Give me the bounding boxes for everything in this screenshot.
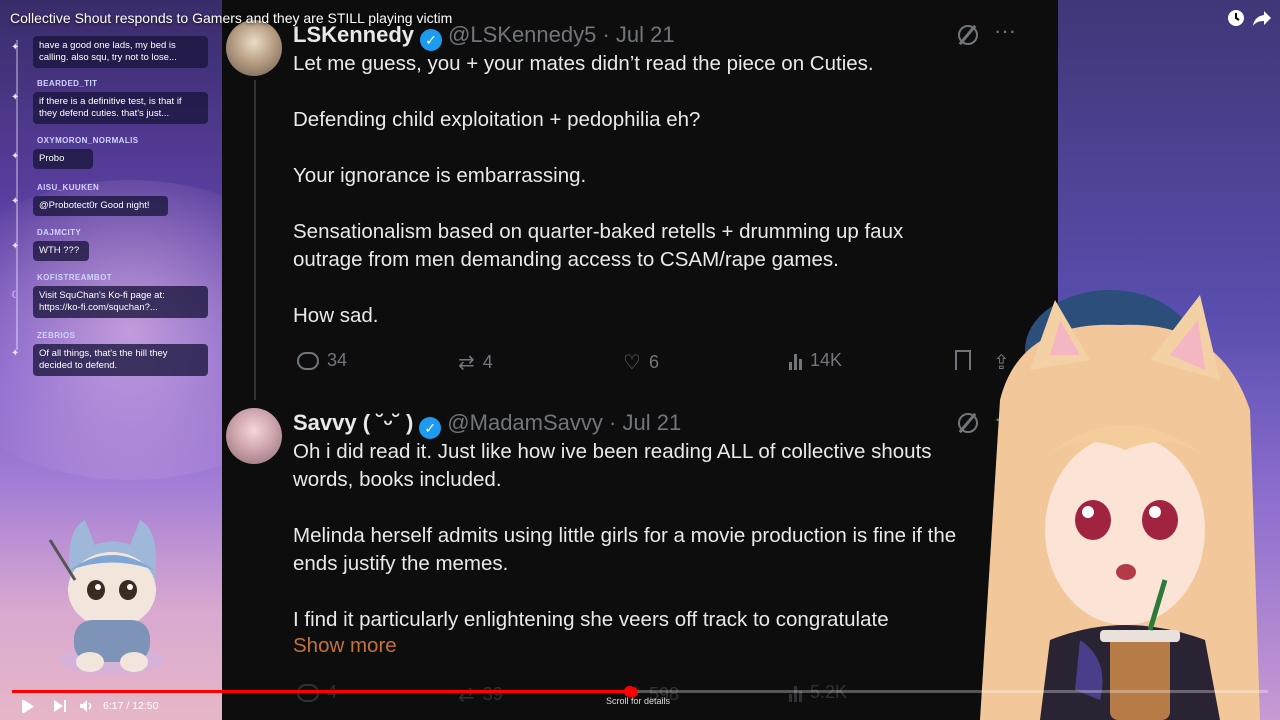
views-button[interactable]: 14K bbox=[789, 350, 842, 371]
tweet-header: Savvy ( ˘ᵕ˘ ) ✓ @MadamSavvy · Jul 21 bbox=[293, 410, 681, 439]
chat-username: OXYMORON_NORMALIS bbox=[37, 136, 139, 145]
heart-icon: ♡ bbox=[623, 352, 641, 374]
tweet-date[interactable]: · Jul 21 bbox=[602, 22, 674, 47]
chat-rail bbox=[16, 40, 18, 350]
like-button[interactable]: ♡ 6 bbox=[623, 350, 659, 375]
view-count: 14K bbox=[810, 350, 843, 370]
video-title[interactable]: Collective Shout responds to Gamers and … bbox=[10, 10, 452, 26]
chat-username: AISU_KUUKEN bbox=[37, 183, 100, 192]
retweet-count: 4 bbox=[482, 352, 493, 372]
chat-username: KOFISTREAMBOT bbox=[37, 273, 112, 282]
views-icon bbox=[789, 352, 802, 370]
chat-message-text: WTH ??? bbox=[33, 241, 89, 261]
tweet-text: Oh i did read it. Just like how ive been… bbox=[293, 440, 957, 631]
sparkle-icon: ✦ bbox=[11, 196, 20, 207]
show-more-link[interactable]: Show more bbox=[293, 634, 397, 658]
sparkle-icon: ✦ bbox=[11, 92, 20, 103]
thread-connector bbox=[254, 80, 256, 400]
retweet-button[interactable]: ⇄ 4 bbox=[458, 350, 493, 375]
verified-badge-icon: ✓ bbox=[419, 417, 442, 439]
avatar[interactable] bbox=[226, 20, 282, 76]
chat-message-text: Of all things, that's the hill they deci… bbox=[33, 344, 208, 376]
tweet-text: Let me guess, you + your mates didn’t re… bbox=[293, 52, 904, 327]
vtuber-avatar-illustration bbox=[980, 290, 1260, 720]
scroll-for-details-hint[interactable]: Scroll for details bbox=[606, 696, 670, 706]
chat-message-text: Probo bbox=[33, 149, 93, 169]
moon-icon: ☾ bbox=[11, 290, 20, 301]
sparkle-icon: ✦ bbox=[11, 151, 20, 162]
tweet-author-name[interactable]: Savvy ( ˘ᵕ˘ ) bbox=[293, 410, 413, 435]
reply-button[interactable]: 34 bbox=[297, 350, 347, 371]
avatar[interactable] bbox=[226, 408, 282, 464]
chat-username: DAJMCITY bbox=[37, 228, 82, 237]
current-time: 6:17 bbox=[103, 700, 124, 712]
video-progress-bar[interactable] bbox=[12, 686, 1268, 697]
retweet-icon: ⇄ bbox=[458, 684, 475, 706]
reply-icon bbox=[297, 351, 319, 370]
time-separator: / bbox=[123, 700, 133, 712]
retweet-icon: ⇄ bbox=[458, 352, 475, 374]
chat-message-text: @Probotect0r Good night! bbox=[33, 196, 168, 216]
retweet-count: 39 bbox=[482, 684, 503, 704]
mascot-illustration bbox=[48, 520, 164, 674]
chat-username: ZEBRIOS bbox=[37, 331, 76, 340]
tweet-author-handle[interactable]: @LSKennedy5 bbox=[448, 22, 596, 47]
more-options-icon[interactable]: ··· bbox=[994, 18, 1016, 44]
duration: 12:50 bbox=[132, 700, 159, 712]
chat-username: BEARDED_TIT bbox=[37, 79, 98, 88]
share-arrow-icon[interactable] bbox=[1252, 8, 1272, 28]
chat-message-text: have a good one lads, my bed is calling.… bbox=[33, 36, 208, 68]
tweet-author-handle[interactable]: @MadamSavvy bbox=[447, 410, 603, 435]
volume-icon[interactable] bbox=[80, 700, 94, 712]
tweet-header: LSKennedy ✓ @LSKennedy5 · Jul 21 bbox=[293, 22, 675, 51]
next-icon[interactable] bbox=[54, 700, 66, 712]
verified-badge-icon: ✓ bbox=[420, 29, 443, 51]
chat-message-text: Visit SquChan's Ko-fi page at: https://k… bbox=[33, 286, 208, 318]
chat-message-text: if there is a definitive test, is that i… bbox=[33, 92, 208, 124]
tweet-date[interactable]: · Jul 21 bbox=[609, 410, 681, 435]
video-time-display: 6:17 / 12:50 bbox=[103, 700, 158, 712]
sparkle-icon: ✦ bbox=[11, 42, 20, 53]
reply-count: 34 bbox=[327, 350, 348, 370]
sparkle-icon: ✦ bbox=[11, 241, 20, 252]
retweet-button[interactable]: ⇄ 39 bbox=[458, 682, 503, 707]
clock-icon[interactable] bbox=[1226, 8, 1246, 28]
like-count: 6 bbox=[648, 352, 659, 372]
grok-icon[interactable] bbox=[958, 25, 978, 45]
tweet-actions: 34 ⇄ 4 ♡ 6 14K ⇪ bbox=[293, 350, 1023, 376]
video-progress-fill bbox=[12, 690, 629, 693]
sparkle-icon: ✦ bbox=[11, 348, 20, 359]
stream-chat: ✦ have a good one lads, my bed is callin… bbox=[0, 28, 222, 388]
play-icon[interactable] bbox=[22, 700, 36, 713]
